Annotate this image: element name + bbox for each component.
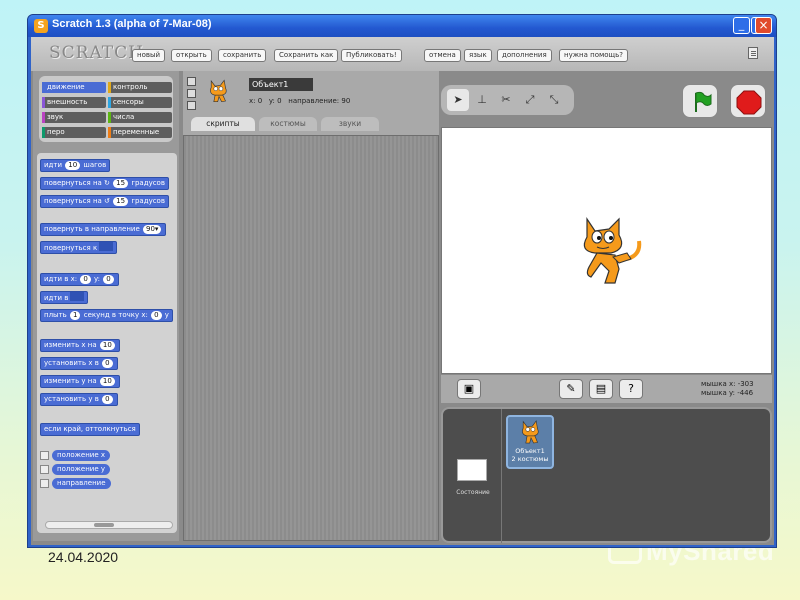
category-sound[interactable]: звук bbox=[42, 112, 106, 123]
menu-language-button[interactable]: язык bbox=[464, 49, 492, 62]
top-menu-bar: SCRATCH новый открыть сохранить Сохранит… bbox=[31, 37, 774, 71]
choose-sprite-file-icon[interactable]: ▤ bbox=[589, 379, 613, 399]
block-glide[interactable]: плыть 1 секунд в точку x: 0 y bbox=[40, 309, 173, 322]
category-pen[interactable]: перо bbox=[42, 127, 106, 138]
stop-button[interactable] bbox=[730, 84, 766, 118]
block-move-steps[interactable]: идти 10 шагов bbox=[40, 159, 111, 172]
category-numbers[interactable]: числа bbox=[108, 112, 172, 123]
sprite-list-inner: Состояние Объект1 2 костюмы bbox=[441, 407, 772, 543]
category-selector: движение контроль внешность сенсоры звук… bbox=[33, 71, 179, 149]
stop-sign-icon bbox=[736, 90, 762, 115]
sprite-tile[interactable]: Объект1 2 костюмы bbox=[506, 415, 554, 469]
block-point-direction[interactable]: повернуть в направление 90▾ bbox=[40, 223, 167, 236]
scripts-area[interactable] bbox=[183, 135, 439, 541]
sprite-list-panel: Состояние Объект1 2 костюмы bbox=[441, 407, 772, 545]
title-bar[interactable]: S Scratch 1.3 (alpha of 7-Mar-08) _ □ bbox=[28, 15, 776, 37]
menu-undo-button[interactable]: отмена bbox=[424, 49, 461, 62]
checkbox-direction[interactable] bbox=[40, 479, 49, 488]
reporter-direction[interactable]: направление bbox=[52, 478, 111, 489]
block-set-x[interactable]: установить x в 0 bbox=[40, 357, 118, 370]
scratch-app: SCRATCH новый открыть сохранить Сохранит… bbox=[31, 37, 774, 545]
duplicate-stamp-icon[interactable]: ⊥ bbox=[471, 89, 493, 111]
menu-extras-button[interactable]: дополнения bbox=[497, 49, 552, 62]
block-point-towards[interactable]: повернуться к bbox=[40, 241, 118, 254]
category-sensing[interactable]: сенсоры bbox=[108, 97, 172, 108]
minimize-button[interactable]: _ bbox=[733, 17, 750, 34]
scrollbar-thumb[interactable] bbox=[94, 523, 114, 527]
category-panel: движение контроль внешность сенсоры звук… bbox=[39, 76, 173, 142]
arrow-cursor-icon[interactable]: ➤ bbox=[447, 89, 469, 111]
green-flag-icon bbox=[695, 91, 712, 112]
surprise-sprite-icon[interactable]: ? bbox=[619, 379, 643, 399]
block-set-y[interactable]: установить y в 0 bbox=[40, 393, 118, 406]
close-button[interactable]: × bbox=[755, 17, 772, 34]
mouse-coordinates: мышка x: -303 мышка y: -446 bbox=[701, 380, 754, 397]
sprite-thumbnail-cat-icon bbox=[210, 79, 227, 103]
rotation-style-flip-icon[interactable] bbox=[187, 89, 196, 98]
menu-new-button[interactable]: новый bbox=[132, 49, 166, 62]
block-bounce[interactable]: если край, оттолкнуться bbox=[40, 423, 140, 436]
checkbox-y-position[interactable] bbox=[40, 465, 49, 474]
menu-save-button[interactable]: сохранить bbox=[218, 49, 267, 62]
menu-help-button[interactable]: нужна помощь? bbox=[559, 49, 628, 62]
menu-save-as-button[interactable]: Сохранить как bbox=[274, 49, 339, 62]
stage-canvas[interactable] bbox=[441, 127, 772, 374]
category-motion[interactable]: движение bbox=[42, 82, 106, 93]
help-screen-icon[interactable] bbox=[748, 47, 758, 59]
blocks-list: идти 10 шагов повернуться на ↻ 15 градус… bbox=[37, 153, 177, 533]
block-turn-left[interactable]: повернуться на ↺ 15 градусов bbox=[40, 195, 169, 208]
green-flag-button[interactable] bbox=[682, 84, 718, 118]
tab-costumes[interactable]: костюмы bbox=[259, 117, 317, 131]
sprite-position-readout: x: 0 y: 0 направление: 90 bbox=[249, 97, 351, 105]
scratch-logo: SCRATCH bbox=[49, 43, 144, 63]
tab-scripts[interactable]: скрипты bbox=[191, 117, 255, 131]
palette-scrollbar[interactable] bbox=[45, 521, 173, 529]
stage-bottom-bar: ▣ ✎ ▤ ? мышка x: -303 мышка y: -446 bbox=[441, 375, 772, 403]
menu-open-button[interactable]: открыть bbox=[171, 49, 212, 62]
shrink-icon[interactable]: ⤡ bbox=[543, 89, 565, 111]
paint-new-sprite-icon[interactable]: ✎ bbox=[559, 379, 583, 399]
block-turn-right[interactable]: повернуться на ↻ 15 градусов bbox=[40, 177, 169, 190]
block-change-y[interactable]: изменить y на 10 bbox=[40, 375, 120, 388]
grow-icon[interactable]: ⤢ bbox=[519, 89, 541, 111]
scratch-window: S Scratch 1.3 (alpha of 7-Mar-08) _ □ SC… bbox=[27, 14, 777, 548]
checkbox-x-position[interactable] bbox=[40, 451, 49, 460]
slide-date: 24.04.2020 bbox=[48, 549, 119, 565]
category-looks[interactable]: внешность bbox=[42, 97, 106, 108]
reporter-x-position[interactable]: положение x bbox=[52, 450, 111, 461]
category-variables[interactable]: переменные bbox=[108, 127, 172, 138]
window-title: Scratch 1.3 (alpha of 7-Mar-08) bbox=[52, 18, 212, 30]
stage-label: Состояние bbox=[456, 489, 490, 496]
presentation-mode-icon[interactable]: ▣ bbox=[457, 379, 481, 399]
stage-toolbar: ➤ ⊥ ✂ ⤢ ⤡ bbox=[441, 85, 574, 115]
tab-sounds[interactable]: звуки bbox=[321, 117, 379, 131]
block-change-x[interactable]: изменить x на 10 bbox=[40, 339, 120, 352]
block-goto[interactable]: идти в bbox=[40, 291, 89, 304]
sprite-list-divider bbox=[501, 409, 502, 543]
sprite-name-field[interactable]: Объект1 bbox=[249, 78, 313, 91]
blocks-palette: идти 10 шагов повернуться на ↻ 15 градус… bbox=[33, 149, 179, 541]
category-control[interactable]: контроль bbox=[108, 82, 172, 93]
rotation-style-full-icon[interactable] bbox=[187, 77, 196, 86]
menu-publish-button[interactable]: Публиковать! bbox=[341, 49, 402, 62]
rotation-style-none-icon[interactable] bbox=[187, 101, 196, 110]
sprite-tile-label: Объект1 2 костюмы bbox=[511, 447, 549, 463]
delete-scissors-icon[interactable]: ✂ bbox=[495, 89, 517, 111]
sprite-info-header: Объект1 x: 0 y: 0 направление: 90 скрипт… bbox=[183, 71, 439, 135]
block-goto-xy[interactable]: идти в x: 0 y: 0 bbox=[40, 273, 119, 286]
stage-thumbnail[interactable] bbox=[457, 459, 487, 481]
scratch-app-icon: S bbox=[34, 19, 48, 33]
sprite-tile-cat-icon bbox=[522, 420, 539, 444]
reporter-y-position[interactable]: положение y bbox=[52, 464, 111, 475]
cat-sprite[interactable] bbox=[575, 215, 645, 287]
